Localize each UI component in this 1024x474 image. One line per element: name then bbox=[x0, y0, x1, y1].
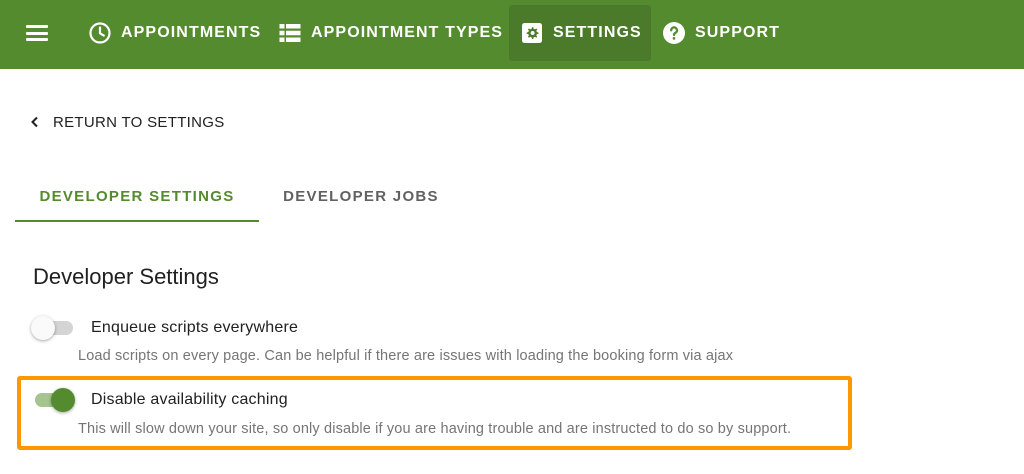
list-icon bbox=[278, 21, 302, 45]
enqueue-scripts-toggle[interactable] bbox=[31, 316, 75, 340]
enqueue-scripts-label: Enqueue scripts everywhere bbox=[91, 319, 299, 336]
tab-developer-jobs[interactable]: DEVELOPER JOBS bbox=[268, 170, 454, 222]
top-app-bar: APPOINTMENTS APPOINTMENT TYPES SETTINGS … bbox=[0, 0, 1024, 69]
nav-appointments-label: APPOINTMENTS bbox=[121, 24, 262, 41]
nav-settings[interactable]: SETTINGS bbox=[509, 5, 651, 61]
section-title: Developer Settings bbox=[33, 264, 219, 289]
disable-availability-caching-label: Disable availability caching bbox=[91, 391, 288, 408]
disable-availability-caching-hint: This will slow down your site, so only d… bbox=[78, 421, 792, 437]
gear-icon bbox=[520, 21, 544, 45]
disable-availability-caching-toggle[interactable] bbox=[31, 388, 75, 412]
tab-developer-jobs-label: DEVELOPER JOBS bbox=[283, 187, 439, 205]
highlight-box bbox=[17, 376, 852, 450]
help-circle-icon bbox=[662, 21, 686, 45]
return-to-settings-label: RETURN TO SETTINGS bbox=[53, 113, 225, 131]
chevron-left-icon bbox=[31, 116, 38, 128]
enqueue-scripts-hint: Load scripts on every page. Can be helpf… bbox=[78, 348, 734, 364]
tab-developer-settings[interactable]: DEVELOPER SETTINGS bbox=[15, 170, 259, 222]
nav-support[interactable]: SUPPORT bbox=[662, 5, 780, 61]
nav-appointment-types-label: APPOINTMENT TYPES bbox=[311, 24, 504, 41]
tab-developer-settings-label: DEVELOPER SETTINGS bbox=[39, 187, 235, 205]
nav-appointments[interactable]: APPOINTMENTS bbox=[88, 5, 261, 61]
nav-settings-label: SETTINGS bbox=[553, 24, 642, 41]
nav-appointment-types[interactable]: APPOINTMENT TYPES bbox=[278, 5, 503, 61]
return-to-settings-link[interactable]: RETURN TO SETTINGS bbox=[28, 112, 225, 132]
active-tab-indicator bbox=[15, 220, 259, 222]
menu-icon[interactable] bbox=[26, 25, 48, 41]
nav-support-label: SUPPORT bbox=[695, 24, 781, 41]
clock-icon bbox=[88, 21, 112, 45]
